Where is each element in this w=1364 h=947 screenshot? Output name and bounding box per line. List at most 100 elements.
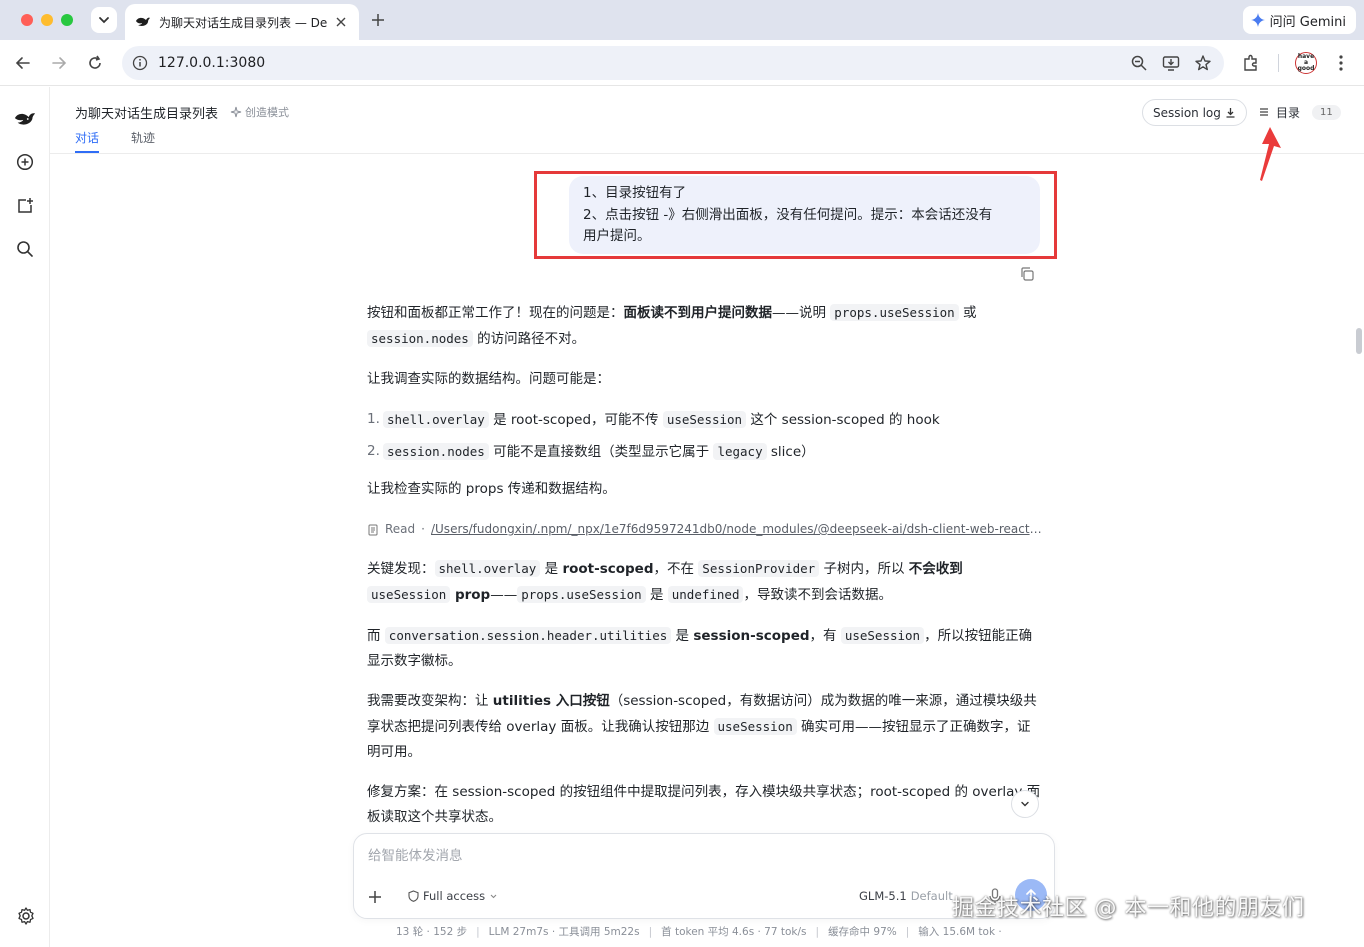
- zoom-icon[interactable]: [1130, 54, 1148, 72]
- stat-item: 首 token 平均 4.6s · 77 tok/s: [661, 926, 807, 938]
- assistant-paragraph: 修复方案：在 session-scoped 的按钮组件中提取提问列表，存入模块级…: [367, 784, 1041, 825]
- user-message-line: 用户提问。: [583, 228, 651, 244]
- stat-item: 输入 15.6M tok ·: [918, 926, 1002, 938]
- shield-icon: [408, 890, 419, 902]
- inline-code: session.nodes: [383, 443, 489, 460]
- mode-badge: 创造模式: [230, 104, 289, 120]
- whale-logo-icon[interactable]: [14, 108, 36, 130]
- gemini-sparkle-icon: [1250, 13, 1265, 27]
- text: 按钮和面板都正常工作了！现在的问题是：: [367, 305, 624, 321]
- tab-trace[interactable]: 轨迹: [131, 129, 155, 146]
- list-icon: [1260, 108, 1268, 116]
- install-app-icon[interactable]: [1162, 54, 1180, 72]
- page-title: 为聊天对话生成目录列表: [75, 107, 219, 122]
- add-project-icon[interactable]: [14, 195, 36, 217]
- inline-code: useSession: [840, 627, 925, 644]
- window-zoom-button[interactable]: [61, 14, 73, 26]
- search-icon[interactable]: [14, 238, 36, 260]
- gemini-label: 问问 Gemini: [1269, 14, 1346, 30]
- text: 或: [958, 305, 977, 321]
- window-minimize-button[interactable]: [41, 14, 53, 26]
- window-close-button[interactable]: [21, 14, 33, 26]
- chevron-down-icon: [1021, 801, 1029, 807]
- settings-gear-icon[interactable]: [16, 906, 36, 926]
- numbered-list: 1. shell.overlay 是 root-scoped，可能不传 useS…: [367, 407, 1043, 465]
- back-icon[interactable]: [12, 52, 34, 74]
- address-bar[interactable]: 127.0.0.1:3080: [122, 46, 1224, 80]
- whale-logo-icon: [136, 17, 150, 26]
- file-path-link[interactable]: /Users/fudongxin/.npm/_npx/1e7f6d9597241…: [431, 517, 1043, 542]
- reload-icon[interactable]: [84, 52, 106, 74]
- app-sidebar: [0, 87, 50, 947]
- new-chat-icon[interactable]: [14, 151, 36, 173]
- text: ——说明: [772, 305, 831, 321]
- toc-count-badge: 11: [1312, 104, 1341, 120]
- browser-tab-active[interactable]: 为聊天对话生成目录列表 — De: [125, 4, 359, 40]
- session-log-button[interactable]: Session log: [1142, 99, 1247, 126]
- assistant-message: 按钮和面板都正常工作了！现在的问题是：面板读不到用户提问数据——说明 prop s…: [367, 300, 1043, 845]
- add-attachment-button[interactable]: [364, 886, 386, 908]
- assistant-paragraph: 关键发现： shell.overlay 是 root-scoped，不在 Sess…: [367, 556, 1043, 608]
- text: 而: [367, 628, 385, 644]
- inline-code: useSession: [713, 718, 797, 735]
- toc-button[interactable]: 目录 11: [1258, 101, 1341, 123]
- scroll-to-bottom-button[interactable]: [1011, 790, 1039, 818]
- session-log-label: Session log: [1153, 105, 1221, 120]
- bold-text: 面板读不到用户提问数据: [623, 305, 773, 321]
- stat-item: LLM 27m7s · 工具调用 5m22s: [488, 926, 640, 938]
- access-mode-dropdown[interactable]: Full access: [408, 889, 498, 903]
- list-item: 1. shell.overlay 是 root-scoped，可能不传 useS…: [367, 407, 1043, 433]
- inline-code: useSession: [662, 411, 747, 428]
- stat-separator: |: [905, 926, 910, 938]
- stat-item: 缓存命中 97%: [828, 926, 897, 938]
- text: 我需要改变架构：让: [367, 693, 493, 709]
- site-info-icon[interactable]: [132, 55, 148, 71]
- tab-title: 为聊天对话生成目录列表 — De: [159, 15, 328, 30]
- text: 是 root-scoped，可能不传: [488, 412, 663, 428]
- stat-separator: |: [815, 926, 820, 938]
- stat-item: 13 轮 · 152 步: [396, 926, 468, 938]
- tool-call-read[interactable]: Read · /Users/fudongxin/.npm/_npx/1e7f6d…: [367, 517, 1043, 542]
- bold-text: 不会收到: [908, 561, 963, 577]
- copy-icon[interactable]: [1019, 266, 1035, 282]
- inline-code: shell.overlay: [383, 411, 489, 428]
- new-tab-icon[interactable]: [368, 10, 388, 30]
- profile-avatar[interactable]: have a good: [1295, 52, 1317, 74]
- conversation-header: 为聊天对话生成目录列表 创造模式 对话 轨迹 Session log 目录 11: [50, 87, 1364, 154]
- mode-label: 创造模式: [245, 106, 289, 119]
- access-mode-label: Full access: [423, 889, 486, 903]
- model-name: GLM-5.1: [859, 889, 907, 903]
- message-input[interactable]: [368, 848, 1018, 864]
- user-message-bubble: 1、目录按钮有了 2、点击按钮 -》右侧滑出面板，没有任何提问。提示：本会话还没…: [569, 176, 1040, 254]
- model-selector[interactable]: GLM-5.1 Default: [859, 889, 953, 903]
- text: 是: [540, 561, 563, 577]
- stat-separator: |: [476, 926, 480, 938]
- bold-text: session-scoped: [693, 628, 810, 644]
- gemini-button[interactable]: 问问 Gemini: [1242, 6, 1356, 34]
- text: 可能不是直接数组（类型显示它属于: [488, 444, 714, 460]
- list-number: 1.: [367, 411, 380, 427]
- tab-search-button[interactable]: [91, 7, 117, 33]
- text: 这个 session-scoped 的 hook: [746, 412, 940, 428]
- inline-code: conversation.session.header.utilities: [384, 627, 672, 644]
- kebab-menu-icon[interactable]: [1330, 52, 1352, 74]
- browser-toolbar: 127.0.0.1:3080 have a good: [0, 40, 1364, 86]
- bold-text: prop: [450, 587, 491, 603]
- tab-dialog[interactable]: 对话: [75, 129, 99, 146]
- bookmark-star-icon[interactable]: [1194, 54, 1212, 72]
- url-text: 127.0.0.1:3080: [158, 55, 266, 71]
- download-icon: [1226, 108, 1235, 118]
- toc-label: 目录: [1276, 105, 1301, 120]
- text: ——: [490, 587, 518, 603]
- tab-close-icon[interactable]: [333, 14, 349, 30]
- file-icon: [368, 524, 378, 535]
- session-stats: 13 轮 · 152 步 | LLM 27m7s · 工具调用 5m22s | 首 to…: [396, 924, 1002, 939]
- inline-code: useSession: [367, 586, 451, 603]
- extensions-icon[interactable]: [1240, 52, 1262, 74]
- inline-code: shell.overlay: [434, 560, 541, 577]
- forward-icon[interactable]: [48, 52, 70, 74]
- browser-tab-bar: 为聊天对话生成目录列表 — De 问问 Gemini: [0, 0, 1364, 40]
- scrollbar-thumb[interactable]: [1356, 328, 1362, 354]
- stat-separator: |: [648, 926, 653, 938]
- active-tab-indicator: [75, 151, 99, 153]
